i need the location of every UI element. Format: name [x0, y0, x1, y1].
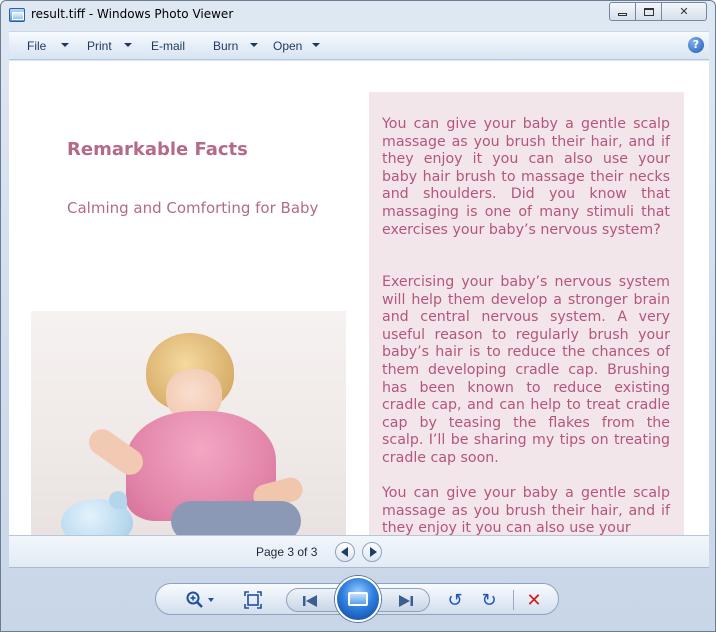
menu-print[interactable]: Print	[87, 39, 112, 53]
next-page-button[interactable]	[362, 542, 382, 562]
maximize-icon	[643, 7, 654, 16]
menu-open[interactable]: Open	[273, 39, 302, 53]
next-icon	[399, 595, 413, 607]
rotate-counterclockwise-icon: ↺	[447, 589, 463, 611]
toolbar-divider	[513, 590, 514, 610]
window-controls: ✕	[609, 2, 707, 21]
status-bar: Page 3 of 3	[9, 535, 709, 568]
next-page-icon	[369, 547, 377, 557]
photo-legs	[171, 501, 301, 535]
document-subtitle: Calming and Comforting for Baby	[67, 199, 319, 217]
menu-email[interactable]: E-mail	[151, 39, 185, 53]
minimize-icon	[618, 13, 627, 16]
page-indicator: Page 3 of 3	[256, 545, 318, 559]
slideshow-button[interactable]	[335, 576, 381, 622]
zoom-button[interactable]	[184, 589, 206, 611]
menu-file[interactable]: File	[27, 39, 46, 53]
close-icon: ✕	[679, 5, 689, 18]
photo-viewer-icon	[9, 8, 25, 22]
next-button[interactable]	[395, 590, 417, 612]
minimize-button[interactable]	[609, 2, 636, 21]
zoom-dropdown-arrow-icon[interactable]	[208, 598, 214, 602]
open-dropdown-arrow-icon[interactable]	[312, 43, 320, 47]
file-dropdown-arrow-icon[interactable]	[61, 43, 69, 47]
previous-page-icon	[340, 547, 348, 557]
image-viewport[interactable]: Remarkable Facts Calming and Comforting …	[9, 61, 709, 535]
actual-size-icon	[244, 591, 262, 609]
menu-burn[interactable]: Burn	[213, 39, 238, 53]
slideshow-icon	[348, 592, 368, 606]
paragraph-1: You can give your baby a gentle scalp ma…	[382, 116, 670, 238]
actual-size-button[interactable]	[242, 589, 264, 611]
baby-photo	[31, 311, 346, 535]
previous-page-button[interactable]	[335, 542, 355, 562]
menu-bar: File Print E-mail Burn Open ?	[9, 31, 709, 60]
previous-icon	[303, 595, 317, 607]
rotate-counterclockwise-button[interactable]: ↺	[444, 589, 466, 611]
zoom-icon	[186, 591, 203, 608]
title-bar[interactable]: result.tiff - Windows Photo Viewer ✕	[1, 1, 715, 29]
help-icon[interactable]: ?	[688, 37, 704, 53]
window-title: result.tiff - Windows Photo Viewer	[31, 7, 234, 21]
maximize-button[interactable]	[635, 2, 662, 21]
paragraph-2: Exercising your baby’s nervous system wi…	[382, 274, 670, 466]
rotate-clockwise-icon: ↻	[481, 589, 497, 611]
rotate-clockwise-button[interactable]: ↻	[478, 589, 500, 611]
burn-dropdown-arrow-icon[interactable]	[250, 43, 258, 47]
window-frame: result.tiff - Windows Photo Viewer ✕ Fil…	[0, 0, 716, 632]
document-title: Remarkable Facts	[67, 139, 248, 160]
delete-icon: ✕	[526, 589, 542, 611]
text-panel: You can give your baby a gentle scalp ma…	[369, 92, 684, 535]
print-dropdown-arrow-icon[interactable]	[124, 43, 132, 47]
photo-piggy-ear	[109, 491, 127, 509]
previous-button[interactable]	[299, 590, 321, 612]
delete-button[interactable]: ✕	[523, 589, 545, 611]
close-button[interactable]: ✕	[661, 2, 707, 21]
paragraph-3: You can give your baby a gentle scalp ma…	[382, 485, 670, 535]
